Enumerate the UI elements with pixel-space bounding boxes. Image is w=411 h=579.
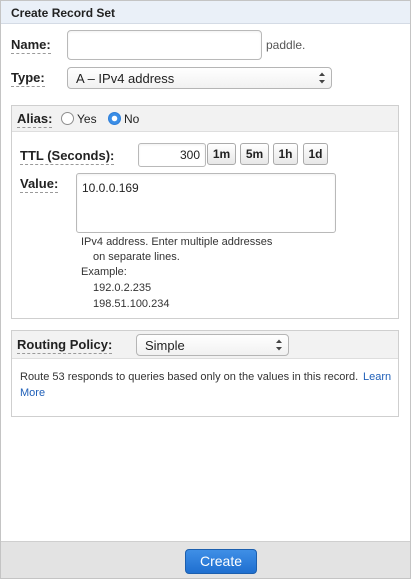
ttl-1h-button[interactable]: 1h	[273, 143, 298, 165]
select-arrows-icon	[319, 72, 325, 84]
name-input[interactable]	[67, 30, 262, 60]
ttl-input-value: 300	[179, 148, 200, 162]
ttl-5m-button[interactable]: 5m	[240, 143, 269, 165]
alias-ttl-value-panel: Alias: Yes No TTL (Seconds): 300 1m 5m 1…	[11, 105, 399, 319]
routing-policy-selected: Simple	[145, 338, 185, 353]
create-button[interactable]: Create	[185, 549, 257, 574]
name-label: Name:	[11, 37, 51, 54]
example-ip-2: 198.51.100.234	[93, 298, 170, 310]
routing-policy-panel: Routing Policy: Simple Route 53 responds…	[11, 330, 399, 417]
example-ip-1: 192.0.2.235	[93, 282, 152, 294]
ttl-1d-button[interactable]: 1d	[303, 143, 328, 165]
value-textarea-text: 10.0.0.169	[82, 181, 139, 195]
select-arrows-icon	[276, 339, 282, 351]
alias-yes-label[interactable]: Yes	[77, 112, 97, 126]
example-label: Example:	[81, 266, 127, 278]
domain-suffix: paddle.	[266, 38, 306, 52]
alias-label: Alias:	[17, 111, 53, 128]
type-selected-value: A – IPv4 address	[76, 71, 175, 86]
routing-policy-select[interactable]: Simple	[136, 334, 289, 356]
learn-more-link-continued[interactable]: More	[20, 386, 45, 401]
routing-policy-label: Routing Policy:	[17, 337, 113, 354]
dialog-footer: Create	[1, 541, 410, 578]
alias-row: Alias: Yes No	[12, 106, 398, 132]
routing-policy-description: Route 53 responds to queries based only …	[20, 371, 359, 383]
ttl-1m-button[interactable]: 1m	[207, 143, 236, 165]
dialog-header: Create Record Set	[1, 1, 410, 24]
learn-more-link[interactable]: Learn	[363, 370, 391, 385]
type-label: Type:	[11, 70, 45, 87]
alias-no-label[interactable]: No	[124, 112, 139, 126]
ttl-label: TTL (Seconds):	[20, 148, 115, 165]
alias-yes-radio[interactable]	[61, 112, 74, 125]
value-label: Value:	[20, 176, 59, 193]
dialog-title: Create Record Set	[11, 6, 116, 20]
value-textarea[interactable]: 10.0.0.169	[76, 173, 336, 233]
value-help-line1: IPv4 address. Enter multiple addresses	[81, 236, 273, 248]
ttl-input[interactable]: 300	[138, 143, 206, 167]
alias-no-radio[interactable]	[108, 112, 121, 125]
routing-policy-row: Routing Policy: Simple	[12, 331, 398, 359]
value-help-line2: on separate lines.	[93, 251, 180, 263]
type-select[interactable]: A – IPv4 address	[67, 67, 332, 89]
